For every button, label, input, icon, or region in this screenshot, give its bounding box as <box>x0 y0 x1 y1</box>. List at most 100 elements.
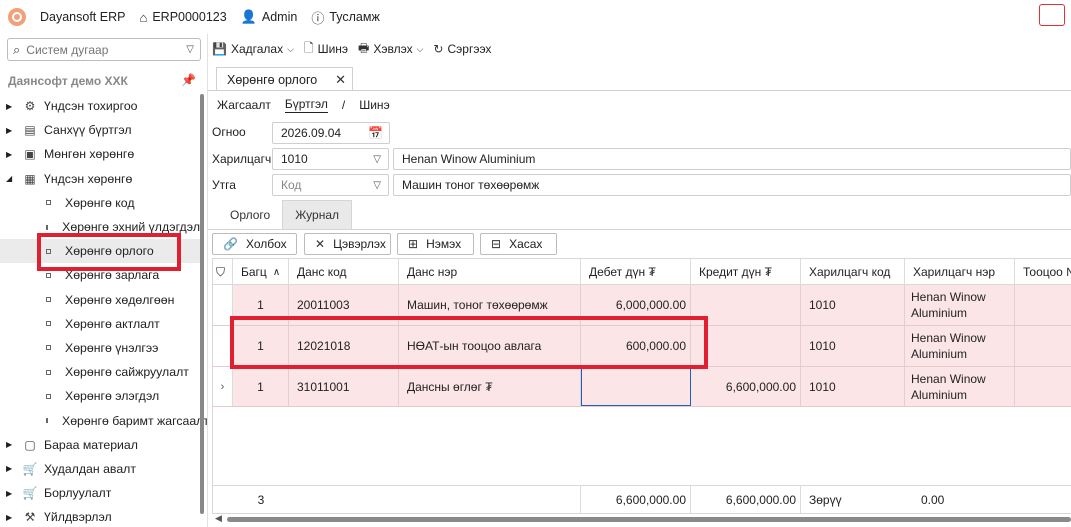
table-row[interactable]: 1 12021018 НӨАТ-ын тооцоо авлага 600,000… <box>213 326 1071 367</box>
expand-arrow-icon[interactable]: ▶ <box>6 440 14 449</box>
cell-partner-name[interactable]: Henan Winow Aluminium <box>905 367 1015 406</box>
nav-item-inventory[interactable]: ▶ ▢ Бараа материал <box>0 433 200 457</box>
partner-code-field[interactable]: 1010 ▽ <box>272 148 389 170</box>
new-button[interactable]: 🗋 Шинэ <box>304 39 348 60</box>
nav-item-finance[interactable]: ▶ ▤ Санхүү бүртгэл <box>0 118 200 142</box>
expand-arrow-icon[interactable]: ▶ <box>6 102 14 111</box>
nav-item-asset-expense[interactable]: Хөрөнгө зарлага <box>0 263 200 287</box>
date-field[interactable]: 2026.09.04 📅 <box>272 122 390 144</box>
breadcrumb-new[interactable]: Шинэ <box>359 98 389 112</box>
save-button[interactable]: 💾 Хадгалах ⌵ <box>212 42 294 56</box>
cell-acct-code[interactable]: 20011003 <box>289 285 399 325</box>
scroll-left-icon[interactable]: ◀ <box>215 513 222 524</box>
window-control-button[interactable] <box>1039 4 1065 26</box>
row-selector[interactable] <box>213 285 233 325</box>
user-menu[interactable]: 👤 Admin <box>241 9 298 25</box>
partner-name-field[interactable]: Henan Winow Aluminium <box>393 148 1071 170</box>
col-header-partner-name[interactable]: Харилцагч нэр <box>905 259 1015 285</box>
chevron-down-icon[interactable]: ⌵ <box>287 44 294 55</box>
col-header-debit[interactable]: Дебет дүн ₮ <box>581 259 691 285</box>
cell-partner-name[interactable]: Henan Winow Aluminium <box>905 285 1015 325</box>
chevron-down-icon[interactable]: ⌵ <box>417 44 424 55</box>
chevron-down-icon[interactable]: ▽ <box>373 180 381 191</box>
nav-item-asset-depreciation[interactable]: Хөрөнгө элэгдэл <box>0 384 200 408</box>
expand-arrow-icon[interactable]: ▶ <box>6 513 14 522</box>
table-row[interactable]: 1 20011003 Машин, тоног төхөөрөмж 6,000,… <box>213 285 1071 326</box>
cell-partner-code[interactable]: 1010 <box>801 285 905 325</box>
clear-button[interactable]: ✕ Цэвэрлэх <box>304 233 391 255</box>
row-selector[interactable] <box>213 326 233 366</box>
expand-arrow-icon[interactable]: ▶ <box>6 126 14 135</box>
erp-id[interactable]: ⌂ ERP0000123 <box>139 10 226 25</box>
cell-acct-name[interactable]: Дансны өглөг ₮ <box>399 367 581 406</box>
chevron-down-icon[interactable]: ▽ <box>186 44 194 55</box>
cell-acct-code[interactable]: 31011001 <box>289 367 399 406</box>
refresh-button[interactable]: ↻ Сэргээх <box>433 42 491 56</box>
sidebar-scrollbar[interactable] <box>200 94 204 514</box>
cell-acct-code[interactable]: 12021018 <box>289 326 399 366</box>
cell-credit[interactable] <box>691 285 801 325</box>
cell-settlement-no[interactable] <box>1015 367 1071 406</box>
cell-batch[interactable]: 1 <box>233 285 289 325</box>
cell-debit[interactable]: 600,000.00 <box>581 326 691 366</box>
breadcrumb-register[interactable]: Бүртгэл <box>284 97 328 113</box>
nav-item-asset-valuation[interactable]: Хөрөнгө үнэлгээ <box>0 336 200 360</box>
system-search[interactable]: ⌕ ▽ <box>7 38 201 61</box>
nav-item-fixed-assets[interactable]: ◢ ▦ Үндсэн хөрөнгө <box>0 167 200 191</box>
col-header-batch[interactable]: Багц ∧ <box>233 259 289 285</box>
nav-item-asset-opening[interactable]: Хөрөнгө эхний үлдэгдэл <box>0 215 200 239</box>
purpose-text-field[interactable]: Машин тоног төхөөрөмж <box>393 174 1071 196</box>
tab-journal[interactable]: Журнал <box>282 200 352 229</box>
pin-icon[interactable]: 📌 <box>181 73 196 87</box>
current-row-indicator-icon[interactable]: › <box>213 367 233 406</box>
breadcrumb-list[interactable]: Жагсаалт <box>217 98 271 112</box>
col-header-acct-name[interactable]: Данс нэр <box>399 259 581 285</box>
print-button[interactable]: 🖶 Хэвлэх ⌵ <box>358 39 423 60</box>
cell-partner-code[interactable]: 1010 <box>801 326 905 366</box>
tab-asset-income[interactable]: Хөрөнгө орлого ✕ <box>216 67 353 91</box>
cell-credit[interactable]: 6,600,000.00 <box>691 367 801 406</box>
purpose-code-field[interactable]: Код ▽ <box>272 174 389 196</box>
nav-item-purchase[interactable]: ▶ 🛒 Худалдан авалт <box>0 457 200 481</box>
link-button[interactable]: 🔗 Холбох <box>212 233 297 255</box>
cell-credit[interactable] <box>691 326 801 366</box>
collapse-arrow-icon[interactable]: ◢ <box>6 174 14 183</box>
cell-partner-code[interactable]: 1010 <box>801 367 905 406</box>
filter-icon[interactable]: ⛉ <box>213 259 233 285</box>
expand-arrow-icon[interactable]: ▶ <box>6 464 14 473</box>
col-header-acct-code[interactable]: Данс код <box>289 259 399 285</box>
nav-item-asset-code[interactable]: Хөрөнгө код <box>0 191 200 215</box>
nav-item-cash[interactable]: ▶ ▣ Мөнгөн хөрөнгө <box>0 142 200 166</box>
remove-row-button[interactable]: ⊟ Хасах <box>480 233 557 255</box>
nav-item-asset-movement[interactable]: Хөрөнгө хөдөлгөөн <box>0 288 200 312</box>
cell-debit[interactable]: 6,000,000.00 <box>581 285 691 325</box>
tab-income[interactable]: Орлого <box>218 200 282 229</box>
cell-acct-name[interactable]: Машин, тоног төхөөрөмж <box>399 285 581 325</box>
col-header-partner-code[interactable]: Харилцагч код <box>801 259 905 285</box>
cell-batch[interactable]: 1 <box>233 326 289 366</box>
system-search-input[interactable] <box>26 42 187 57</box>
close-icon[interactable]: ✕ <box>335 72 346 88</box>
nav-item-asset-improvement[interactable]: Хөрөнгө сайжруулалт <box>0 360 200 384</box>
cell-debit-focused[interactable] <box>581 367 691 406</box>
chevron-down-icon[interactable]: ▽ <box>373 154 381 165</box>
calendar-icon[interactable]: 📅 <box>368 126 383 140</box>
col-header-settlement-no[interactable]: Тооцоо № <box>1015 259 1071 285</box>
scrollbar-thumb[interactable] <box>227 517 1071 522</box>
nav-item-asset-document-list[interactable]: Хөрөнгө баримт жагсаалт <box>0 408 207 432</box>
nav-item-asset-income[interactable]: Хөрөнгө орлого <box>0 239 200 264</box>
nav-item-basic-settings[interactable]: ▶ ⚙ Үндсэн тохиргоо <box>0 94 200 118</box>
cell-settlement-no[interactable] <box>1015 285 1071 325</box>
cell-partner-name[interactable]: Henan Winow Aluminium <box>905 326 1015 366</box>
expand-arrow-icon[interactable]: ▶ <box>6 489 14 498</box>
cell-batch[interactable]: 1 <box>233 367 289 406</box>
cell-acct-name[interactable]: НӨАТ-ын тооцоо авлага <box>399 326 581 366</box>
grid-horizontal-scrollbar[interactable]: ◀ <box>215 513 1071 524</box>
add-row-button[interactable]: ⊞ Нэмэх <box>397 233 474 255</box>
nav-item-sales[interactable]: ▶ 🛒 Борлуулалт <box>0 481 200 505</box>
help-button[interactable]: ⓘ Тусламж <box>311 8 380 27</box>
cell-settlement-no[interactable] <box>1015 326 1071 366</box>
expand-arrow-icon[interactable]: ▶ <box>6 150 14 159</box>
nav-item-production[interactable]: ▶ ⚒ Үйлдвэрлэл <box>0 505 200 527</box>
table-row[interactable]: › 1 31011001 Дансны өглөг ₮ 6,600,000.00… <box>213 367 1071 407</box>
